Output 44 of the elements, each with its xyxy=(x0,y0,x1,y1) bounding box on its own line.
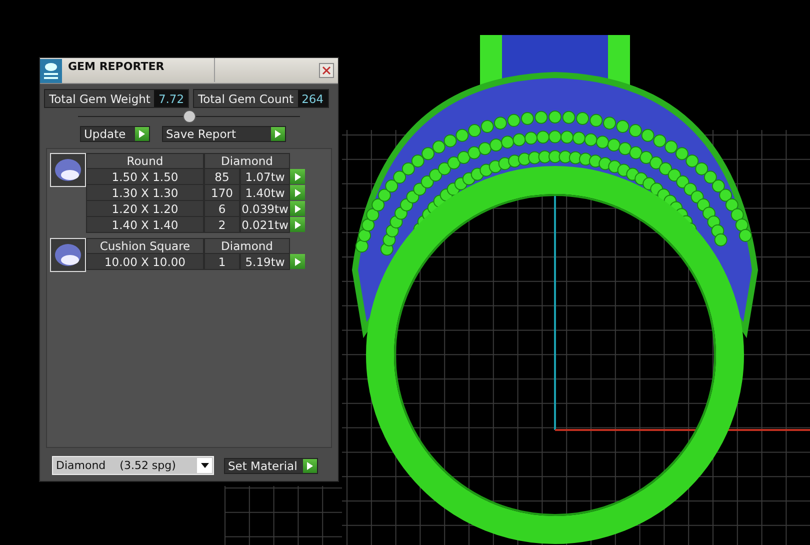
shape-header: Round xyxy=(86,153,204,169)
total-label: Total Gem Count xyxy=(197,92,295,106)
material-dropdown[interactable]: Diamond (3.52 spg) xyxy=(52,456,214,475)
count-cell: 170 xyxy=(204,185,240,201)
collapse-handle[interactable] xyxy=(182,110,196,122)
size-cell: 10.00 X 10.00 xyxy=(86,254,204,270)
gem-icon xyxy=(50,238,86,272)
row-arrow-button[interactable] xyxy=(290,254,305,269)
weight-cell: 0.021tw xyxy=(240,217,290,233)
weight-cell: 0.039tw xyxy=(240,201,290,217)
row-arrow-button[interactable] xyxy=(290,201,305,216)
size-cell: 1.20 X 1.20 xyxy=(86,201,204,217)
gem-icon xyxy=(50,153,86,187)
material-header: Diamond xyxy=(204,238,290,254)
count-cell: 85 xyxy=(204,169,240,185)
play-icon xyxy=(139,130,145,138)
count-cell: 2 xyxy=(204,217,240,233)
set-material-button[interactable]: Set Material xyxy=(224,458,318,474)
play-icon xyxy=(294,258,300,266)
size-cell: 1.40 X 1.40 xyxy=(86,217,204,233)
caret-icon xyxy=(200,463,208,468)
close-button[interactable] xyxy=(319,63,334,78)
weight-cell: 5.19tw xyxy=(240,254,290,270)
total-label: Total Gem Weight xyxy=(48,92,152,106)
row-arrow-button[interactable] xyxy=(290,169,305,184)
size-cell: 1.30 X 1.30 xyxy=(86,185,204,201)
window-title: GEM REPORTER xyxy=(62,58,215,82)
update-button[interactable]: Update xyxy=(80,126,150,142)
save-report-button[interactable]: Save Report xyxy=(162,126,286,142)
total-value: 264 xyxy=(298,90,328,107)
row-arrow-button[interactable] xyxy=(290,217,305,232)
total-value: 7.72 xyxy=(154,90,188,107)
count-cell: 6 xyxy=(204,201,240,217)
shape-header: Cushion Square xyxy=(86,238,204,254)
size-cell: 1.50 X 1.50 xyxy=(86,169,204,185)
weight-cell: 1.40tw xyxy=(240,185,290,201)
play-icon xyxy=(307,462,313,470)
app-icon xyxy=(40,58,62,82)
play-icon xyxy=(275,130,281,138)
weight-cell: 1.07tw xyxy=(240,169,290,185)
count-cell: 1 xyxy=(204,254,240,270)
close-icon xyxy=(322,66,331,75)
material-header: Diamond xyxy=(204,153,290,169)
row-arrow-button[interactable] xyxy=(290,185,305,200)
